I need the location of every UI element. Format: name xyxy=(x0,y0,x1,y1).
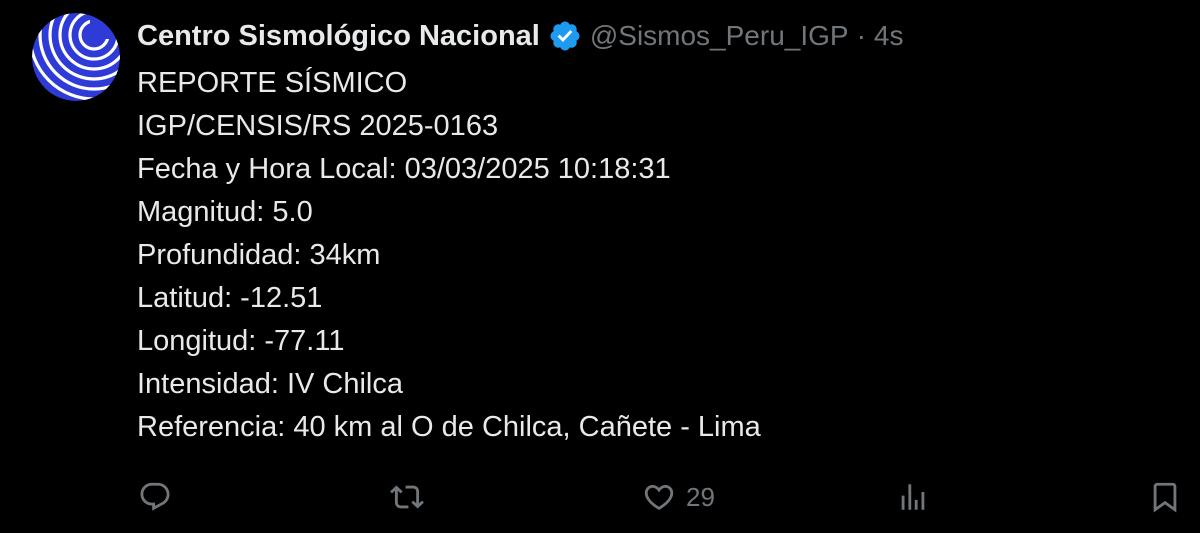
tweet-line-longitude: Longitud: -77.11 xyxy=(137,325,345,357)
action-bar: 29 xyxy=(0,474,1200,520)
tweet-line-reference: Referencia: 40 km al O de Chilca, Cañete… xyxy=(137,411,761,443)
retweet-icon xyxy=(390,485,424,509)
retweet-button[interactable] xyxy=(390,474,424,520)
tweet-line-title: REPORTE SÍSMICO xyxy=(137,67,408,99)
tweet-line-depth: Profundidad: 34km xyxy=(137,239,381,271)
tweet[interactable]: Centro Sismológico Nacional @Sismos_Peru… xyxy=(0,0,1200,533)
author-handle[interactable]: @Sismos_Peru_IGP xyxy=(590,20,849,52)
tweet-line-intensity: Intensidad: IV Chilca xyxy=(137,368,403,400)
reply-icon xyxy=(140,482,170,511)
separator-dot: · xyxy=(856,20,866,51)
tweet-header: Centro Sismológico Nacional @Sismos_Peru… xyxy=(137,14,904,58)
bookmark-button[interactable] xyxy=(1148,474,1182,520)
heart-icon xyxy=(644,484,674,510)
timestamp[interactable]: 4s xyxy=(874,20,904,52)
tweet-line-datetime: Fecha y Hora Local: 03/03/2025 10:18:31 xyxy=(137,153,671,185)
views-icon xyxy=(901,484,925,510)
tweet-text: REPORTE SÍSMICO IGP/CENSIS/RS 2025-0163 … xyxy=(137,62,761,449)
tweet-line-latitude: Latitud: -12.51 xyxy=(137,282,323,314)
views-button[interactable] xyxy=(896,474,930,520)
like-button[interactable]: 29 xyxy=(642,474,715,520)
avatar[interactable] xyxy=(32,13,120,101)
seismology-logo-icon xyxy=(32,13,120,101)
tweet-line-report-id: IGP/CENSIS/RS 2025-0163 xyxy=(137,110,499,142)
bookmark-icon xyxy=(1153,482,1177,513)
reply-button[interactable] xyxy=(138,474,172,520)
verified-badge-icon[interactable] xyxy=(548,19,582,53)
author-name[interactable]: Centro Sismológico Nacional xyxy=(137,20,540,53)
tweet-line-magnitude: Magnitud: 5.0 xyxy=(137,196,313,228)
like-count: 29 xyxy=(686,481,715,512)
